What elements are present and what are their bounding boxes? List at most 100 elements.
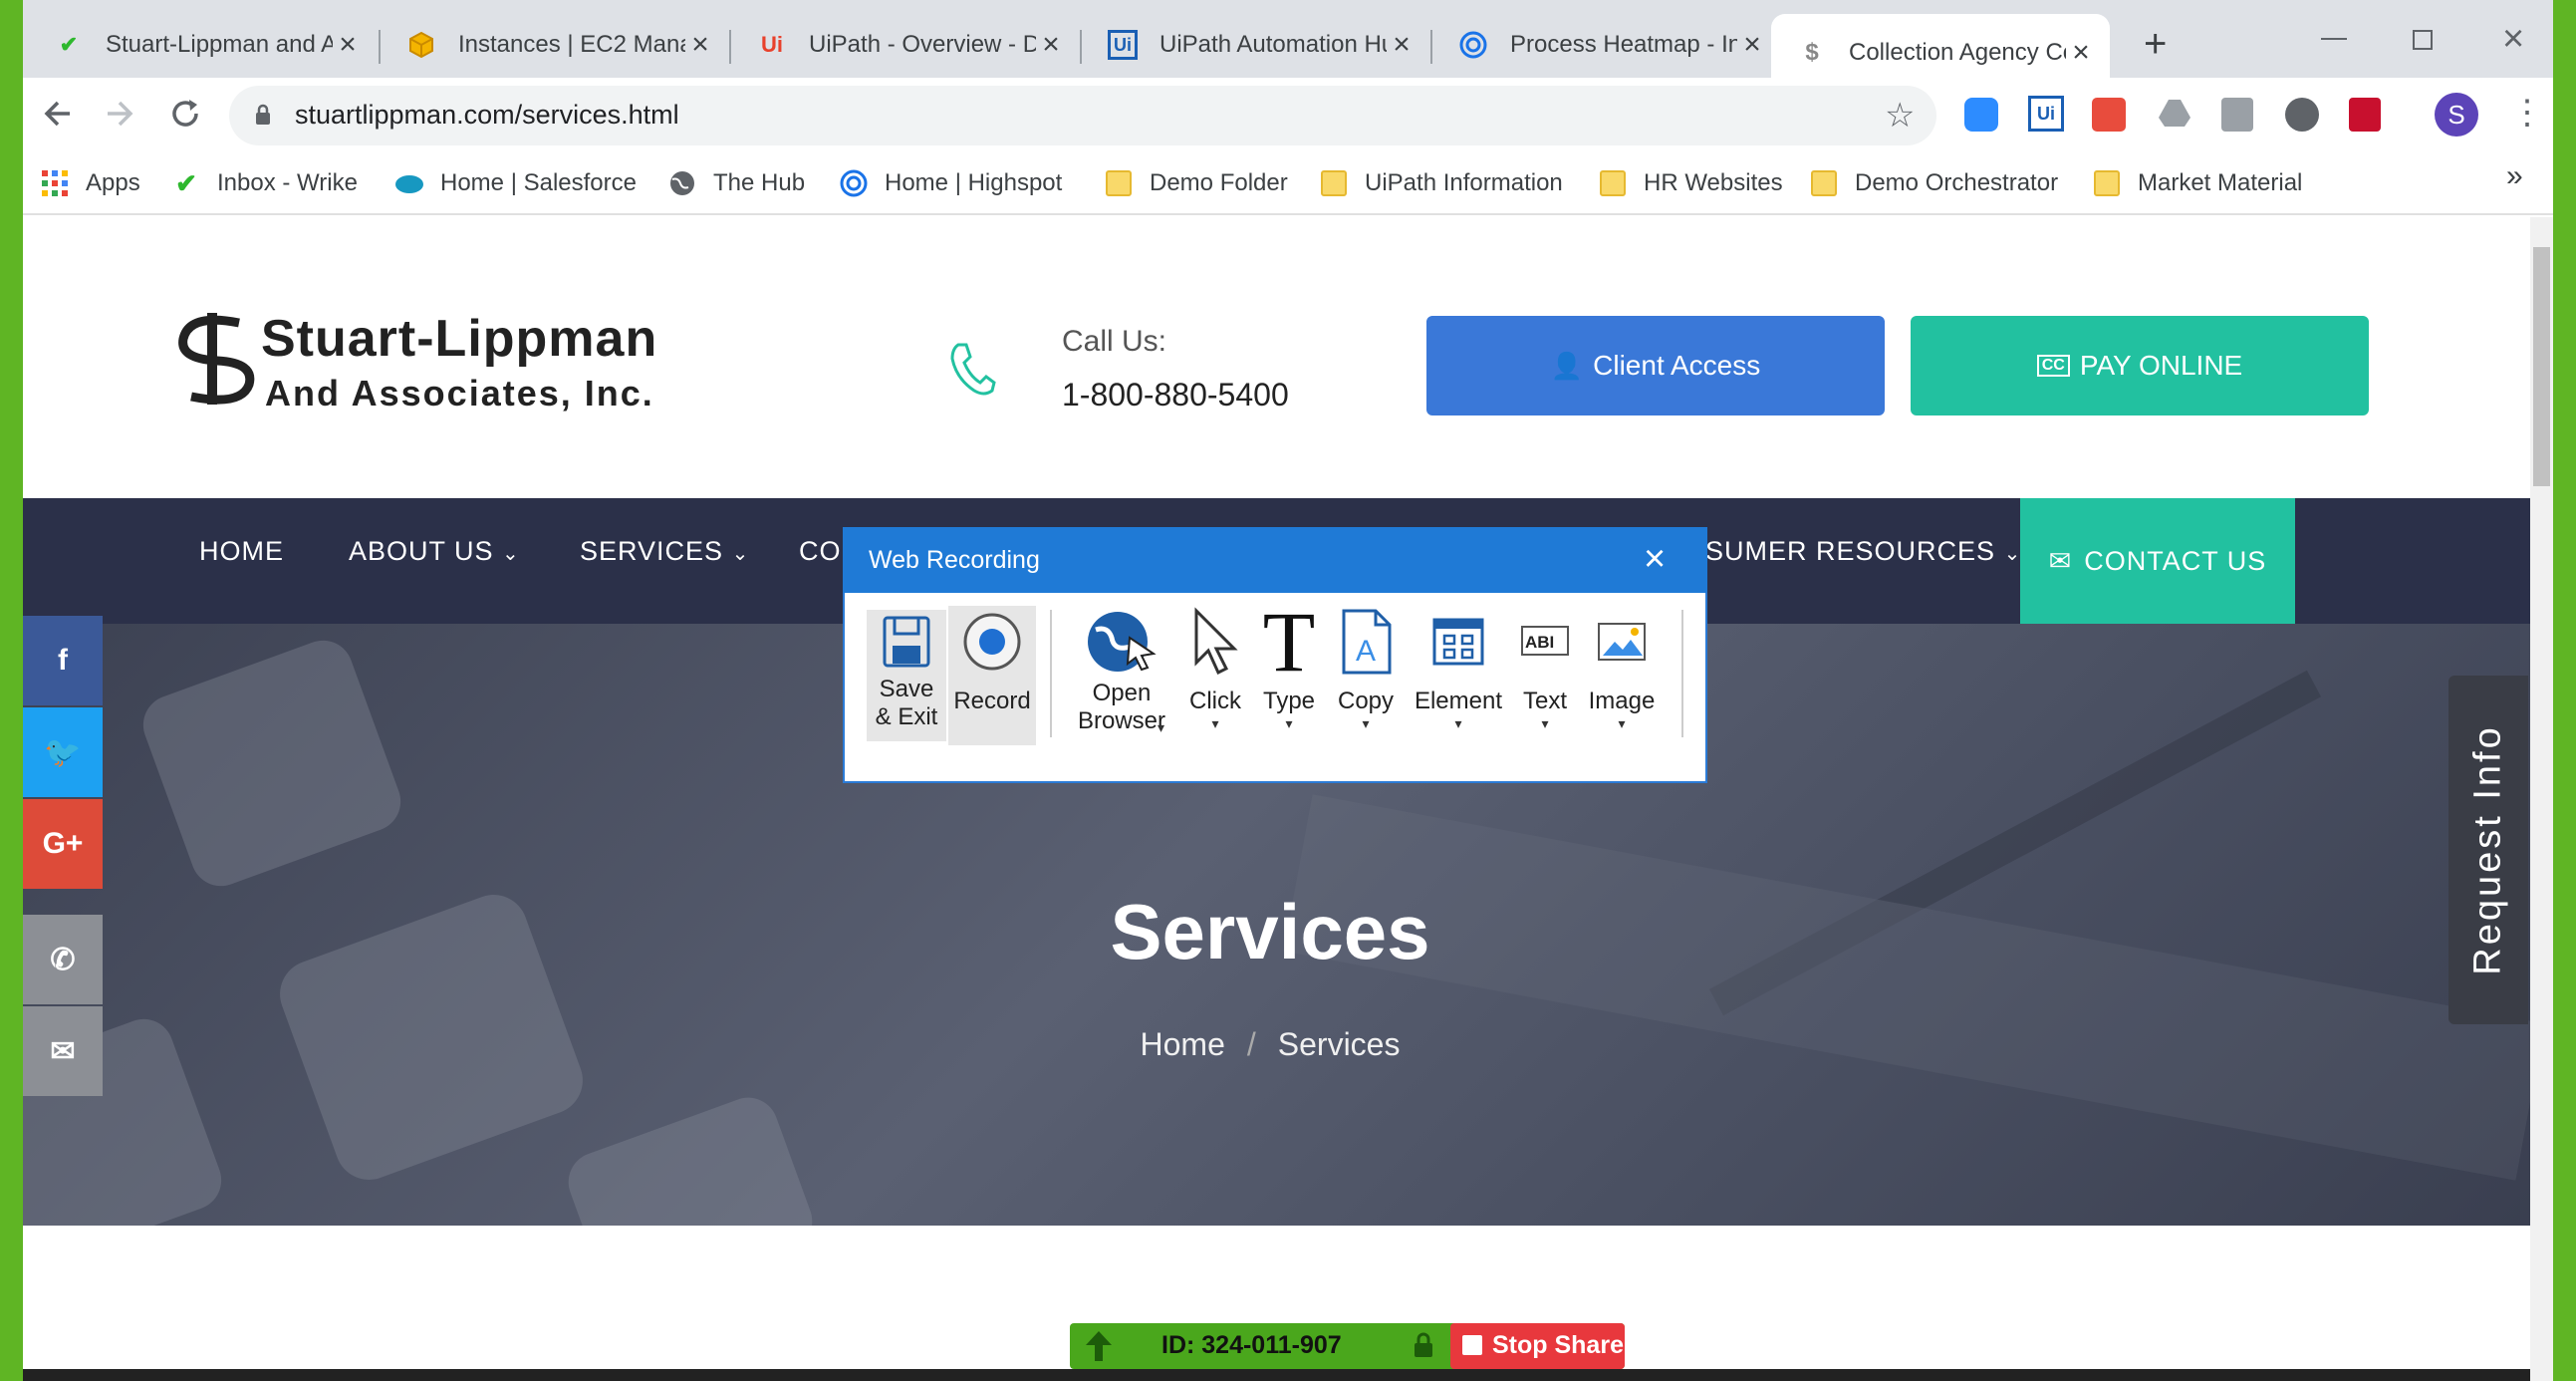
close-icon[interactable]: × — [1737, 28, 1767, 62]
element-label: Element — [1414, 688, 1503, 714]
bookmark-apps[interactable]: Apps — [40, 163, 140, 203]
minimize-icon[interactable] — [2321, 38, 2347, 40]
tab-label: Instances | EC2 Management — [458, 31, 685, 58]
record-button[interactable]: Record — [950, 604, 1034, 715]
forward-icon[interactable] — [100, 94, 139, 138]
type-button[interactable]: T Type ▾ — [1257, 599, 1321, 731]
red-extension-icon[interactable] — [2092, 98, 2126, 132]
phone-icon — [948, 341, 996, 402]
phone-number[interactable]: 1-800-880-5400 — [1062, 377, 1289, 414]
copy-button[interactable]: A Copy ▾ — [1331, 604, 1401, 731]
floppy-disk-icon — [883, 604, 930, 680]
close-icon[interactable]: × — [685, 28, 715, 62]
scrollbar-thumb[interactable] — [2533, 247, 2550, 486]
tab-process-heatmap[interactable]: Process Heatmap - Insights × — [1432, 14, 1781, 76]
bookmark-inbox-wrike[interactable]: ✔ Inbox - Wrike — [171, 163, 358, 203]
tab-ec2-instances[interactable]: Instances | EC2 Management × — [381, 14, 729, 76]
twitter-button[interactable]: 🐦 — [23, 707, 103, 797]
tab-stuart-lippman[interactable]: ✔ Stuart-Lippman and Associates × — [28, 14, 377, 76]
text-label: Text — [1522, 688, 1567, 714]
folder-icon — [1598, 168, 1628, 198]
back-icon[interactable] — [38, 94, 78, 138]
nav-services[interactable]: SERVICES ⌄ — [580, 536, 749, 567]
request-info-tab[interactable]: Request Info — [2448, 676, 2528, 1024]
open-browser-button[interactable]: Open Browser ▾ — [1064, 604, 1179, 735]
window-close-icon[interactable]: × — [2502, 20, 2524, 58]
pdf-extension-icon[interactable] — [2349, 98, 2381, 132]
dropdown-caret-icon: ▾ — [1285, 715, 1293, 731]
bookmark-extension-icon[interactable] — [2221, 98, 2253, 132]
zoom-extension-icon[interactable] — [1964, 98, 1998, 132]
facebook-button[interactable]: f — [23, 616, 103, 705]
bookmark-demo-folder[interactable]: Demo Folder — [1104, 163, 1288, 203]
share-arrow-icon[interactable] — [1084, 1329, 1114, 1368]
type-label: Type — [1262, 688, 1316, 714]
nav-home[interactable]: HOME — [199, 536, 284, 567]
bookmark-label: Market Material — [2138, 169, 2303, 196]
bookmark-demo-orchestrator[interactable]: Demo Orchestrator — [1809, 163, 2058, 203]
logo-line2: And Associates, Inc. — [265, 373, 654, 414]
bookmark-hr-websites[interactable]: HR Websites — [1598, 163, 1783, 203]
tab-uipath-automation-hub[interactable]: Ui UiPath Automation Hub × — [1082, 14, 1430, 76]
uipath-extension-icon[interactable]: Ui — [2028, 96, 2064, 132]
new-tab-button[interactable]: + — [2144, 22, 2167, 67]
element-window-icon — [1432, 604, 1484, 680]
highspot-icon — [839, 168, 869, 198]
bookmark-uipath-information[interactable]: UiPath Information — [1319, 163, 1563, 203]
breadcrumb-home[interactable]: Home — [1141, 1026, 1225, 1063]
record-icon — [962, 604, 1022, 680]
drive-icon[interactable] — [2158, 98, 2191, 133]
reload-icon[interactable] — [165, 94, 205, 138]
pay-online-button[interactable]: CC PAY ONLINE — [1911, 316, 2369, 415]
circle-extension-icon[interactable] — [2285, 98, 2319, 132]
phone-icon: ✆ — [50, 943, 76, 976]
bookmark-highspot[interactable]: Home | Highspot — [839, 163, 1062, 203]
nav-about-us[interactable]: ABOUT US ⌄ — [349, 536, 520, 567]
text-button[interactable]: ABI Text ▾ — [1516, 604, 1574, 731]
dialog-close-icon[interactable]: × — [1644, 540, 1666, 578]
bookmark-star-icon[interactable]: ☆ — [1885, 96, 1915, 136]
google-plus-icon: G+ — [42, 827, 84, 860]
url-text[interactable]: stuartlippman.com/services.html — [295, 100, 679, 131]
folder-icon — [1104, 168, 1134, 198]
chevron-down-icon: ⌄ — [2003, 543, 2022, 565]
nav-contact-us[interactable]: ✉ CONTACT US — [2020, 498, 2295, 624]
dropdown-caret-icon: ▾ — [1454, 715, 1462, 731]
click-button[interactable]: Click ▾ — [1181, 604, 1249, 731]
close-icon[interactable]: × — [2066, 36, 2096, 70]
tab-label: Process Heatmap - Insights — [1510, 31, 1737, 58]
pay-online-label: PAY ONLINE — [2079, 350, 2243, 381]
menu-icon[interactable]: ⋮ — [2510, 96, 2544, 130]
dialog-title: Web Recording — [869, 546, 1040, 574]
save-exit-button[interactable]: Save & Exit — [869, 604, 944, 731]
phone-share-button[interactable]: ✆ — [23, 915, 103, 1004]
lock-icon[interactable] — [255, 104, 271, 126]
bookmark-label: UiPath Information — [1365, 169, 1563, 196]
dropdown-caret-icon: ▾ — [1158, 719, 1165, 735]
email-share-button[interactable]: ✉ — [23, 1006, 103, 1096]
restore-icon[interactable] — [2413, 30, 2433, 50]
bookmark-market-material[interactable]: Market Material — [2092, 163, 2302, 203]
nav-consumer-resources[interactable]: SUMER RESOURCES ⌄ — [1705, 536, 2021, 567]
company-logo[interactable] — [169, 309, 265, 414]
call-label: Call Us: — [1062, 325, 1167, 358]
close-icon[interactable]: × — [1036, 28, 1066, 62]
bookmark-the-hub[interactable]: The Hub — [667, 163, 805, 203]
profile-avatar[interactable]: S — [2435, 93, 2478, 137]
toolbar-divider — [1050, 610, 1052, 737]
dropdown-caret-icon: ▾ — [1618, 715, 1626, 731]
close-icon[interactable]: × — [1387, 28, 1417, 62]
tab-uipath-overview[interactable]: Ui UiPath - Overview - Dashboard × — [731, 14, 1080, 76]
nav-co-partial[interactable]: CO — [799, 536, 842, 567]
element-button[interactable]: Element ▾ — [1409, 604, 1508, 731]
client-access-button[interactable]: 👤 Client Access — [1426, 316, 1885, 415]
google-plus-button[interactable]: G+ — [23, 799, 103, 889]
breadcrumb-current: Services — [1277, 1026, 1401, 1062]
close-icon[interactable]: × — [333, 28, 363, 62]
twitter-icon: 🐦 — [44, 735, 82, 769]
lock-icon[interactable] — [1413, 1331, 1434, 1364]
bookmark-salesforce[interactable]: Home | Salesforce — [394, 163, 637, 203]
dropdown-caret-icon: ▾ — [1362, 715, 1370, 731]
image-button[interactable]: Image ▾ — [1582, 604, 1662, 731]
more-bookmarks-button[interactable]: » — [2506, 159, 2523, 193]
